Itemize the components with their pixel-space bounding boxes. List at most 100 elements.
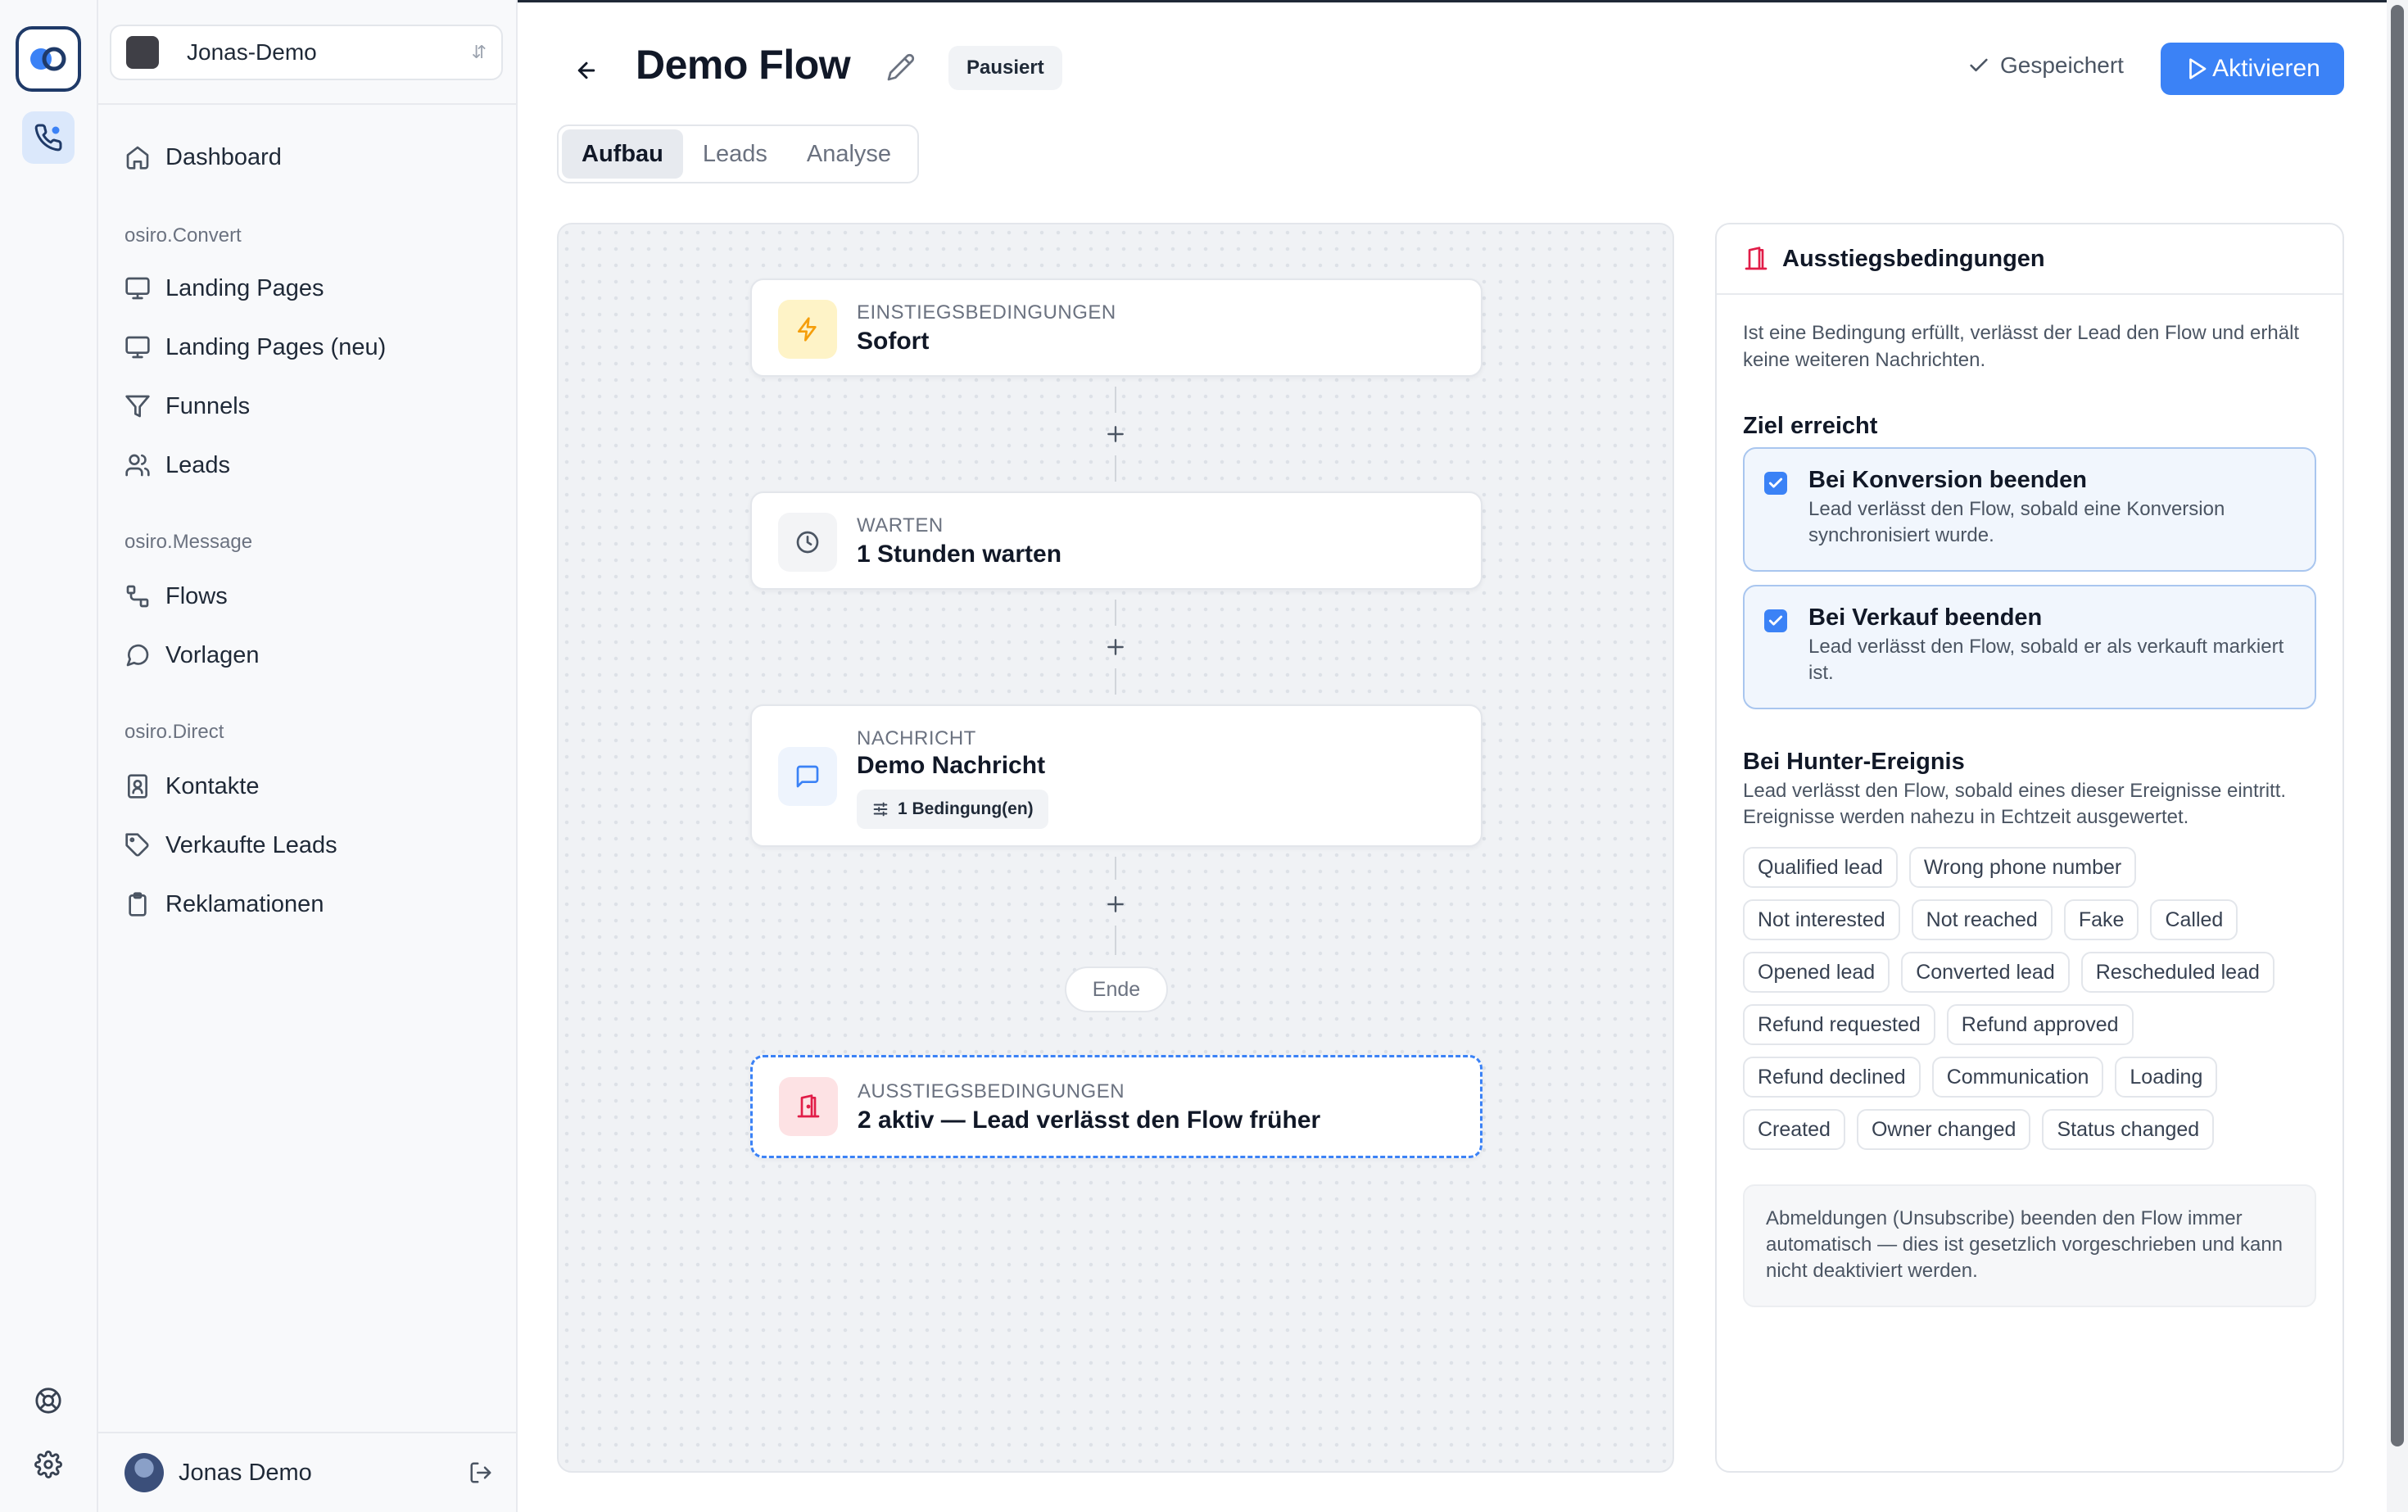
event-chip[interactable]: Loading <box>2115 1057 2218 1098</box>
event-chip[interactable]: Refund approved <box>1946 1004 2134 1045</box>
hunter-section-title: Bei Hunter-Ereignis <box>1743 749 1965 775</box>
sidebar-item-landing-pages-neu[interactable]: Landing Pages (neu) <box>124 329 386 365</box>
event-chip[interactable]: Wrong phone number <box>1908 847 2137 888</box>
check-icon <box>1768 478 1783 488</box>
event-chip[interactable]: Qualified lead <box>1743 847 1898 888</box>
check-icon <box>1970 58 1988 72</box>
tag-icon <box>125 833 149 857</box>
funnel-icon <box>125 395 150 418</box>
event-chip[interactable]: Fake <box>2063 899 2139 940</box>
sidebar-item-dashboard[interactable]: Dashboard <box>124 139 282 175</box>
phone-app-icon[interactable] <box>22 111 75 164</box>
activate-label: Aktivieren <box>2212 55 2320 82</box>
sidebar-item-reklamationen[interactable]: Reklamationen <box>124 886 324 922</box>
event-chip[interactable]: Refund requested <box>1743 1004 1935 1045</box>
workspace-switcher[interactable]: Jonas-Demo ⇵ <box>110 25 503 80</box>
sidebar-item-label: Reklamationen <box>165 890 324 917</box>
flow-node-exit-conditions[interactable]: AUSSTIEGSBEDINGUNGEN 2 aktiv — Lead verl… <box>750 1055 1482 1158</box>
flow-node-trigger[interactable]: EINSTIEGSBEDINGUNGEN Sofort <box>750 278 1482 377</box>
panel-header: Ausstiegsbedingungen <box>1717 224 2342 295</box>
message-square-icon <box>778 747 837 806</box>
event-chip[interactable]: Refund declined <box>1743 1057 1921 1098</box>
activate-button[interactable]: Aktivieren <box>2161 43 2344 95</box>
door-exit-icon <box>1745 247 1768 270</box>
event-chip[interactable]: Created <box>1743 1109 1845 1150</box>
sidebar-item-kontakte[interactable]: Kontakte <box>124 768 259 804</box>
event-chip[interactable]: Not reached <box>1911 899 2053 940</box>
node-title: Demo Nachricht <box>857 752 1046 779</box>
sidebar-item-landing-pages[interactable]: Landing Pages <box>124 270 324 306</box>
connector-line <box>1115 926 1116 955</box>
event-chip-row: Opened lead Converted lead Rescheduled l… <box>1743 952 2274 993</box>
event-chip-row: Qualified lead Wrong phone number <box>1743 847 2137 888</box>
checkbox-sale[interactable] <box>1764 609 1787 632</box>
sidebar-item-label: Landing Pages <box>165 274 324 301</box>
door-exit-icon <box>779 1077 838 1136</box>
event-chip[interactable]: Owner changed <box>1856 1109 2031 1150</box>
checkbox-sale-card[interactable]: Bei Verkauf beenden Lead verlässt den Fl… <box>1743 585 2316 709</box>
nav-section-message: osiro.Message <box>124 531 253 553</box>
message-circle-icon <box>126 644 149 667</box>
sidebar-item-verkaufte-leads[interactable]: Verkaufte Leads <box>124 827 337 863</box>
event-chip[interactable]: Status changed <box>2042 1109 2215 1150</box>
event-chip-row: Refund requested Refund approved <box>1743 1004 2134 1045</box>
sidebar-item-label: Vorlagen <box>165 641 260 668</box>
page-scrollbar[interactable] <box>2387 0 2408 1512</box>
sidebar-item-vorlagen[interactable]: Vorlagen <box>124 637 260 673</box>
settings-gear-icon[interactable] <box>22 1438 75 1491</box>
tab-analyse[interactable]: Analyse <box>787 129 911 179</box>
checkbox-conversion[interactable] <box>1764 472 1787 495</box>
event-chip[interactable]: Not interested <box>1743 899 1900 940</box>
node-title: Sofort <box>857 328 930 355</box>
node-kicker: EINSTIEGSBEDINGUNGEN <box>857 301 1116 324</box>
connector-line <box>1115 600 1116 626</box>
status-badge: Pausiert <box>948 46 1062 90</box>
sidebar-divider <box>98 103 516 105</box>
sidebar-item-leads[interactable]: Leads <box>124 447 230 483</box>
app-logo-icon[interactable] <box>16 26 81 92</box>
add-step-plus-icon[interactable] <box>1104 893 1127 916</box>
check-icon <box>1768 615 1783 626</box>
saved-label: Gespeichert <box>2000 52 2124 78</box>
pencil-edit-icon[interactable] <box>886 52 916 86</box>
user-name: Jonas Demo <box>179 1459 312 1486</box>
back-arrow-icon[interactable] <box>567 51 606 90</box>
checkbox-conversion-card[interactable]: Bei Konversion beenden Lead verlässt den… <box>1743 447 2316 572</box>
sidebar-item-flows[interactable]: Flows <box>124 578 228 614</box>
flow-route-icon <box>126 585 149 608</box>
node-kicker: AUSSTIEGSBEDINGUNGEN <box>858 1080 1125 1102</box>
saved-indicator: Gespeichert <box>1967 52 2124 79</box>
node-title: 1 Stunden warten <box>857 541 1062 568</box>
sidebar-item-funnels[interactable]: Funnels <box>124 388 250 424</box>
add-step-plus-icon[interactable] <box>1104 636 1127 659</box>
help-lifebuoy-icon[interactable] <box>22 1374 75 1427</box>
node-kicker: NACHRICHT <box>857 727 976 749</box>
connector-line <box>1115 387 1116 413</box>
sidebar: Jonas-Demo ⇵ Dashboard osiro.Convert Lan… <box>98 0 518 1512</box>
event-chip[interactable]: Communication <box>1931 1057 2104 1098</box>
event-chip[interactable]: Opened lead <box>1743 952 1890 993</box>
workspace-logo <box>126 36 159 69</box>
event-chip[interactable]: Rescheduled lead <box>2080 952 2274 993</box>
flow-node-message[interactable]: NACHRICHT Demo Nachricht 1 Bedingung(en) <box>750 704 1482 847</box>
user-menu[interactable]: Jonas Demo <box>124 1453 493 1492</box>
sidebar-item-label: Landing Pages (neu) <box>165 333 387 360</box>
scrollbar-thumb[interactable] <box>2391 5 2404 1446</box>
event-chip[interactable]: Called <box>2150 899 2238 940</box>
chevron-updown-icon: ⇵ <box>471 42 487 62</box>
monitor-icon <box>125 336 150 359</box>
conditions-chip[interactable]: 1 Bedingung(en) <box>857 790 1048 829</box>
flow-node-wait[interactable]: WARTEN 1 Stunden warten <box>750 491 1482 590</box>
event-chip[interactable]: Converted lead <box>1901 952 2070 993</box>
tab-leads[interactable]: Leads <box>683 129 787 179</box>
exit-conditions-panel: Ausstiegsbedingungen Ist eine Bedingung … <box>1715 223 2344 1473</box>
nav-section-convert: osiro.Convert <box>124 224 242 247</box>
tab-aufbau[interactable]: Aufbau <box>562 129 683 179</box>
logout-icon[interactable] <box>468 1460 493 1485</box>
add-step-plus-icon[interactable] <box>1104 423 1127 446</box>
nav-section-direct: osiro.Direct <box>124 721 224 743</box>
clipboard-icon <box>129 892 147 917</box>
event-chip-row: Not interested Not reached Fake Called <box>1743 899 2238 940</box>
sliders-icon <box>873 802 888 817</box>
node-title: 2 aktiv — Lead verlässt den Flow früher <box>858 1107 1321 1134</box>
